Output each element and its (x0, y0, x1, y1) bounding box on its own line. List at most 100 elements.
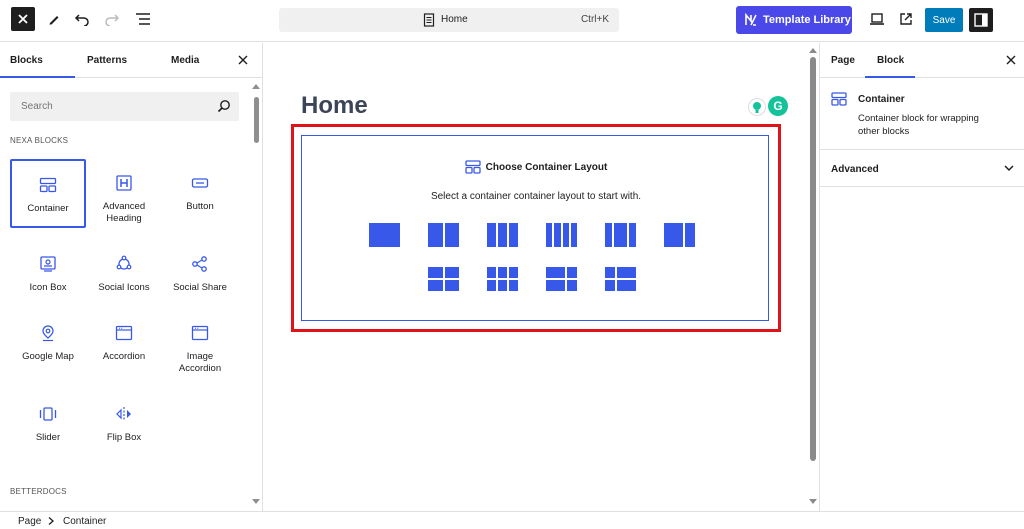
layout-option-2x2-wide-right-top[interactable] (605, 267, 636, 291)
document-overview-button[interactable] (133, 9, 153, 29)
chevron-down-icon[interactable] (1003, 162, 1015, 174)
tab-media[interactable]: Media (171, 55, 199, 66)
block-label: Advanced Heading (102, 201, 146, 224)
block-label: Flip Box (106, 432, 142, 443)
layout-option-3-columns[interactable] (487, 223, 518, 247)
block-image-accordion[interactable]: Image Accordion (162, 309, 238, 378)
sidebar-icon (974, 13, 988, 27)
scroll-up-arrow-icon[interactable] (252, 83, 260, 89)
editor-header: Home Ctrl+K Template Library Save (0, 0, 1024, 42)
scroll-down-arrow-icon[interactable] (809, 499, 817, 505)
tab-blocks[interactable]: Blocks (10, 55, 43, 66)
grammarly-suggestion-icon[interactable] (748, 98, 766, 116)
social-icons-icon (116, 255, 132, 270)
map-pin-icon (42, 325, 54, 342)
grammarly-icon[interactable]: G (768, 96, 788, 116)
document-title: Home (441, 14, 468, 25)
layout-option-3-columns-wide-center[interactable] (605, 223, 636, 247)
close-icon (1006, 55, 1016, 65)
block-label: Slider (35, 432, 61, 443)
settings-sidebar-toggle[interactable] (969, 8, 993, 32)
container-block-placeholder[interactable]: Choose Container Layout Select a contain… (301, 135, 769, 321)
heading-icon (116, 175, 132, 191)
block-label: Icon Box (29, 282, 67, 293)
block-slider[interactable]: Slider (10, 390, 86, 459)
save-button[interactable]: Save (925, 8, 963, 32)
container-layout-subtext: Select a container container layout to s… (430, 191, 642, 202)
block-button[interactable]: Button (162, 159, 238, 228)
undo-button[interactable] (72, 9, 92, 29)
category-heading-betterdocs: BETTERDOCS (10, 487, 67, 496)
tab-block[interactable]: Block (877, 55, 904, 66)
block-label: Button (186, 201, 214, 212)
preview-device-button[interactable] (867, 9, 887, 29)
page-title[interactable]: Home (301, 92, 368, 120)
grammarly-widget[interactable]: G (748, 96, 790, 118)
close-icon (18, 14, 28, 24)
block-flip-box[interactable]: Flip Box (86, 390, 162, 459)
block-breadcrumb: Page Container (0, 511, 1024, 529)
container-layout-title: Choose Container Layout (485, 161, 608, 173)
editor-canvas: Home G Choose Container Layout Select a … (264, 43, 818, 511)
active-tab-indicator (865, 76, 915, 78)
list-view-icon (136, 13, 150, 25)
breadcrumb-item-page[interactable]: Page (18, 516, 41, 527)
tab-patterns[interactable]: Patterns (87, 55, 127, 66)
layout-option-2x2-grid[interactable] (428, 267, 459, 291)
scrollbar-thumb[interactable] (254, 97, 259, 143)
scrollbar-thumb[interactable] (810, 57, 816, 461)
command-shortcut: Ctrl+K (580, 14, 609, 25)
image-accordion-icon (191, 325, 209, 341)
block-social-icons[interactable]: Social Icons (86, 240, 162, 309)
block-inserter-panel: Blocks Patterns Media NEXA BLOCKS Contai… (0, 43, 263, 511)
tab-page[interactable]: Page (831, 55, 855, 66)
accordion-icon (115, 325, 133, 341)
tools-button[interactable] (44, 9, 64, 29)
settings-tabs: Page Block (820, 43, 1024, 78)
layout-option-2-columns[interactable] (428, 223, 459, 247)
container-icon (465, 160, 481, 174)
container-layout-heading: Choose Container Layout (302, 160, 770, 174)
redo-icon (105, 14, 120, 26)
breadcrumb-item-container[interactable]: Container (63, 516, 106, 527)
block-google-map[interactable]: Google Map (10, 309, 86, 378)
layout-option-2-columns-wide-left[interactable] (664, 223, 695, 247)
block-card-description: Container block for wrapping other block… (858, 113, 979, 137)
layout-option-1-column[interactable] (369, 223, 400, 247)
block-accordion[interactable]: Accordion (86, 309, 162, 378)
block-label: Social Share (173, 282, 227, 293)
block-icon-box[interactable]: Icon Box (10, 240, 86, 309)
block-label: Container (27, 203, 69, 214)
document-icon (423, 13, 435, 27)
slider-icon (39, 407, 57, 421)
block-advanced-heading[interactable]: Advanced Heading (86, 159, 162, 228)
flip-box-icon (116, 407, 131, 421)
template-library-button[interactable]: Template Library (736, 6, 852, 34)
block-search-input[interactable] (10, 92, 239, 121)
scroll-up-arrow-icon[interactable] (809, 47, 817, 53)
view-page-button[interactable] (896, 9, 916, 29)
share-icon (192, 256, 207, 272)
container-icon (39, 177, 57, 193)
block-label: Image Accordion (178, 351, 222, 374)
advanced-panel-toggle[interactable]: Advanced (831, 164, 879, 175)
undo-icon (74, 14, 89, 26)
external-link-icon (900, 13, 912, 25)
block-container[interactable]: Container (10, 159, 86, 228)
icon-box-icon (40, 256, 56, 272)
close-inserter-button[interactable] (238, 53, 248, 68)
layout-option-3x2-grid[interactable] (487, 267, 518, 291)
settings-sidebar: Page Block Container Container block for… (819, 43, 1024, 511)
scroll-down-arrow-icon[interactable] (252, 499, 260, 505)
command-palette-bar[interactable]: Home Ctrl+K (279, 8, 619, 32)
layout-option-4-columns[interactable] (546, 223, 577, 247)
block-label: Google Map (22, 351, 74, 362)
redo-button[interactable] (102, 9, 122, 29)
search-icon (217, 100, 230, 113)
active-tab-indicator (0, 76, 75, 78)
close-editor-button[interactable] (11, 7, 35, 31)
category-heading-nexa: NEXA BLOCKS (10, 136, 69, 145)
layout-option-2x2-wide-left-top[interactable] (546, 267, 577, 291)
close-settings-button[interactable] (1006, 53, 1016, 68)
block-social-share[interactable]: Social Share (162, 240, 238, 309)
